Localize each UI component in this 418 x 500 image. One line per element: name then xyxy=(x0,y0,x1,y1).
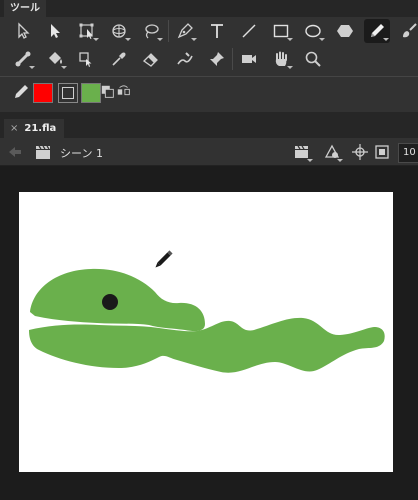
clip-content-icon[interactable] xyxy=(372,140,392,164)
document-tab-label: 21.fla xyxy=(24,123,57,134)
center-stage-icon[interactable] xyxy=(350,140,370,164)
close-tab-icon[interactable]: × xyxy=(10,123,18,134)
snake-eye xyxy=(102,294,118,310)
pencil-tool-icon[interactable] xyxy=(364,19,390,43)
zoom-tool-icon[interactable] xyxy=(300,47,326,71)
black-and-white-icon[interactable] xyxy=(100,80,116,104)
fill-color-icon xyxy=(58,83,78,103)
toolbar-separator xyxy=(232,48,233,70)
toolbar-separator xyxy=(168,20,169,42)
pin-tool-icon[interactable] xyxy=(204,47,230,71)
fill-color-swatch[interactable] xyxy=(81,83,101,103)
scene-clapper-icon xyxy=(32,140,54,164)
stage-canvas[interactable] xyxy=(19,192,393,472)
3d-rotation-tool-icon[interactable] xyxy=(106,19,132,43)
edit-scene-icon[interactable] xyxy=(290,140,314,164)
camera-tool-icon[interactable] xyxy=(236,47,262,71)
selection-tool-icon[interactable] xyxy=(10,19,36,43)
rectangle-tool-icon[interactable] xyxy=(268,19,294,43)
polystar-tool-icon[interactable] xyxy=(332,19,358,43)
tools-divider xyxy=(0,76,418,77)
swap-colors-icon[interactable] xyxy=(116,80,132,104)
paint-bucket-tool-icon[interactable] xyxy=(42,47,68,71)
hand-tool-icon[interactable] xyxy=(268,47,294,71)
snake-body xyxy=(29,317,385,373)
eraser-tool-icon[interactable] xyxy=(138,47,164,71)
eyedropper-tool-icon[interactable] xyxy=(106,47,132,71)
lasso-tool-icon[interactable] xyxy=(138,19,164,43)
width-tool-icon[interactable] xyxy=(172,47,198,71)
tools-panel-title[interactable]: ツール xyxy=(4,0,46,17)
back-arrow-icon[interactable] xyxy=(4,140,26,164)
text-tool-icon[interactable] xyxy=(204,19,230,43)
stroke-color-swatch[interactable] xyxy=(33,83,53,103)
line-tool-icon[interactable] xyxy=(236,19,262,43)
stroke-color-pencil-icon xyxy=(8,80,34,104)
scene-label: シーン 1 xyxy=(60,147,103,160)
brush-tool-icon[interactable] xyxy=(396,19,418,43)
free-transform-tool-icon[interactable] xyxy=(74,19,100,43)
zoom-input[interactable]: 10 xyxy=(398,143,418,163)
oval-tool-icon[interactable] xyxy=(300,19,326,43)
tools-panel-header xyxy=(0,0,418,17)
edit-symbols-icon[interactable] xyxy=(320,140,344,164)
pencil-cursor-icon xyxy=(155,250,173,268)
subselection-tool-icon[interactable] xyxy=(42,19,68,43)
asset-warp-tool-icon[interactable] xyxy=(74,47,100,71)
stage-drawing xyxy=(29,250,385,373)
pen-tool-icon[interactable] xyxy=(172,19,198,43)
document-tab[interactable]: × 21.fla xyxy=(4,119,65,138)
bone-tool-icon[interactable] xyxy=(10,47,36,71)
